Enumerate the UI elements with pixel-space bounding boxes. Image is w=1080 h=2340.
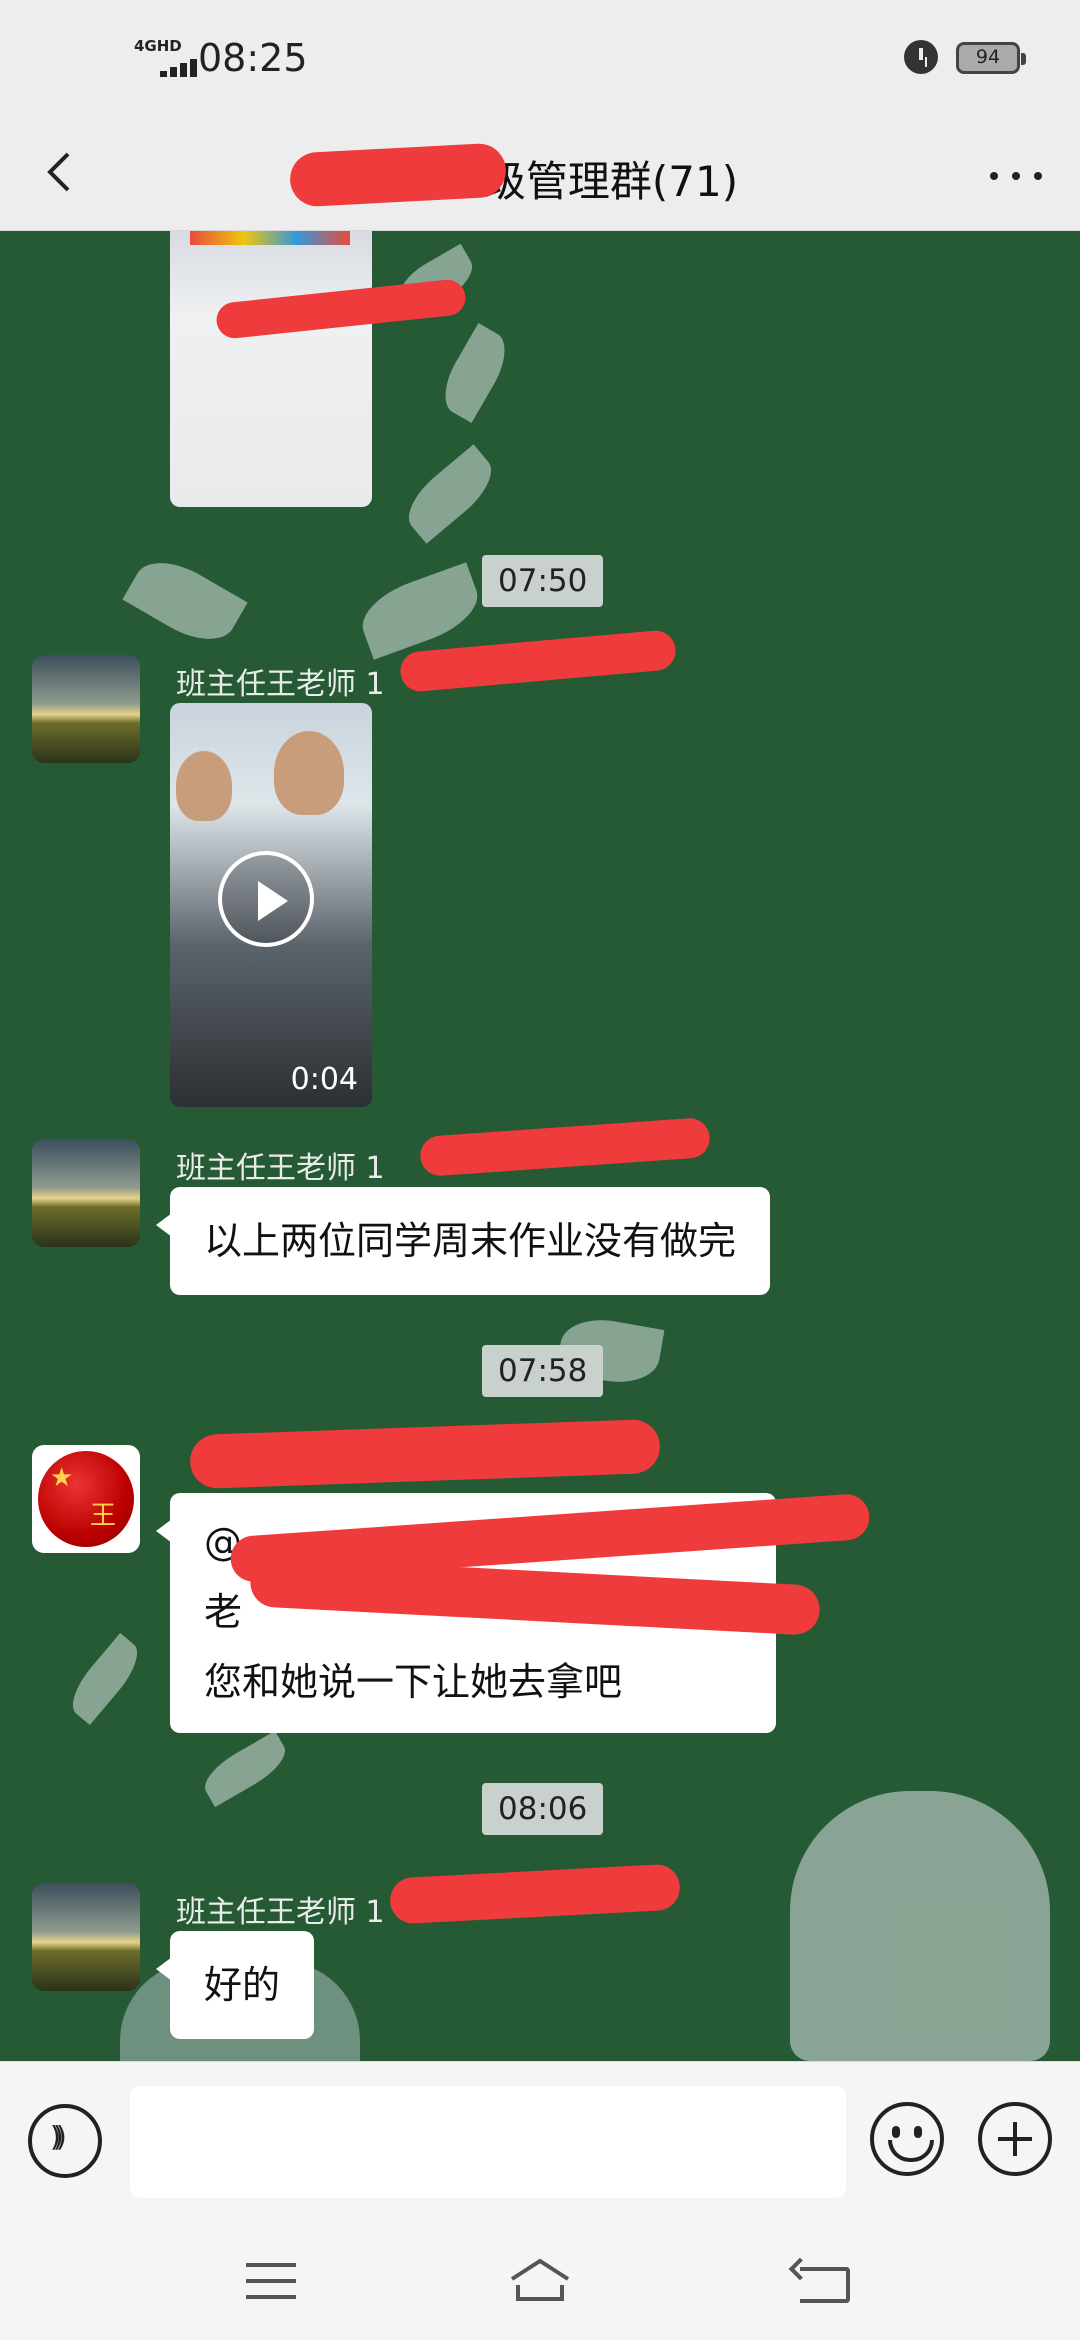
message-bubble[interactable]: 好的 (155, 1931, 315, 2039)
message-bubble[interactable]: 以上两位同学周末作业没有做完 (155, 1187, 771, 1295)
wallpaper-bear (790, 1791, 1050, 2061)
redaction-mark (398, 629, 678, 693)
message-line: 您和她说一下让她去拿吧 (204, 1660, 623, 1704)
sender-name: 班主任王老师 1 (176, 1151, 385, 1186)
battery-icon: 94 (956, 42, 1026, 74)
system-nav-bar (0, 2221, 1080, 2340)
seal-character: 王 (90, 1501, 117, 1531)
wallpaper-leaf (353, 562, 487, 660)
alarm-icon (904, 40, 938, 74)
wallpaper-leaf (433, 323, 517, 423)
status-time: 08:25 (198, 36, 308, 80)
avatar[interactable] (32, 1883, 140, 1991)
video-duration: 0:04 (290, 1062, 358, 1097)
star-icon: ★ (50, 1463, 74, 1493)
menu-icon[interactable] (246, 2263, 296, 2299)
back-icon[interactable] (800, 2267, 850, 2303)
message-input[interactable] (130, 2086, 846, 2198)
redaction-mark (418, 1116, 712, 1178)
home-icon[interactable] (506, 2255, 574, 2305)
battery-level: 94 (975, 46, 1001, 68)
redaction-mark (388, 1863, 682, 1925)
video-thumbnail (274, 731, 344, 815)
avatar[interactable]: ★ 王 (32, 1445, 140, 1553)
input-bar (0, 2061, 1080, 2222)
timestamp: 07:58 (482, 1345, 604, 1397)
redaction-mark (288, 142, 508, 208)
chat-area[interactable]: 07:50 班主任王老师 1 0:04 班主任王老师 1 以上两位同学周末作业没… (0, 231, 1080, 2061)
wallpaper-leaf (122, 547, 248, 655)
avatar[interactable] (32, 655, 140, 763)
timestamp: 08:06 (482, 1783, 604, 1835)
timestamp: 07:50 (482, 555, 604, 607)
wallpaper-leaf (62, 1632, 148, 1726)
image-message[interactable] (170, 231, 372, 507)
wallpaper-leaf (396, 444, 504, 544)
more-options-icon[interactable] (986, 160, 1046, 190)
redaction-mark (189, 1418, 661, 1490)
voice-input-icon[interactable] (28, 2104, 102, 2178)
wallpaper-leaf (197, 1730, 293, 1808)
emoji-icon[interactable] (870, 2102, 944, 2176)
add-more-icon[interactable] (978, 2102, 1052, 2176)
status-bar: 4GHD 08:25 94 (0, 0, 1080, 120)
signal-icon (160, 58, 200, 77)
avatar[interactable] (32, 1139, 140, 1247)
play-icon[interactable] (218, 851, 314, 947)
network-type: 4GHD (134, 37, 182, 55)
video-thumbnail (176, 751, 232, 821)
video-message[interactable]: 0:04 (170, 703, 372, 1107)
chat-title: 级管理群(71) (483, 157, 739, 206)
sender-name: 班主任王老师 1 (176, 667, 385, 702)
chat-header: 级管理群(71) (0, 120, 1080, 231)
sender-name: 班主任王老师 1 (176, 1895, 385, 1930)
